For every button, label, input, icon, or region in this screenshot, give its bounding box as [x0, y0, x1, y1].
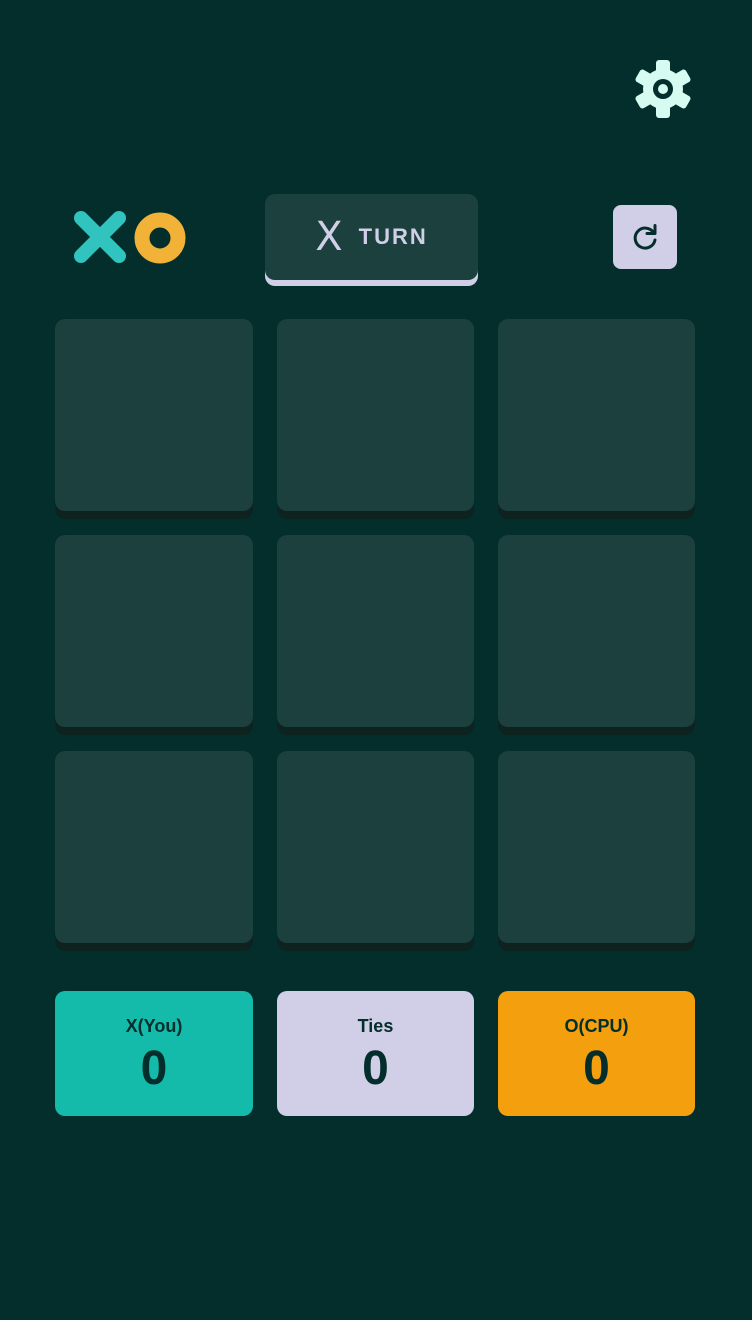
scoreboard: X(You) 0 Ties 0 O(CPU) 0	[55, 991, 695, 1116]
score-card-o: O(CPU) 0	[498, 991, 695, 1116]
score-value-x: 0	[140, 1042, 168, 1095]
score-label-o: O(CPU)	[564, 1016, 629, 1036]
score-value-o: 0	[583, 1042, 610, 1095]
restart-icon	[633, 224, 657, 250]
board-cell-9[interactable]	[498, 751, 695, 943]
x-mark-icon	[74, 211, 126, 263]
o-mark-icon	[134, 212, 186, 264]
board-cell-3[interactable]	[498, 319, 695, 511]
score-label-x: X(You)	[125, 1016, 183, 1036]
turn-label: TURN	[358, 224, 428, 249]
board-cell-5[interactable]	[277, 535, 474, 727]
board-cell-2[interactable]	[277, 319, 474, 511]
board-cell-7[interactable]	[55, 751, 253, 943]
restart-button[interactable]	[613, 205, 677, 269]
board-cell-4[interactable]	[55, 535, 253, 727]
settings-button[interactable]	[632, 58, 694, 120]
logo	[73, 210, 188, 266]
game-board	[55, 319, 695, 943]
score-label-ties: Ties	[357, 1016, 394, 1036]
board-cell-1[interactable]	[55, 319, 253, 511]
board-cell-6[interactable]	[498, 535, 695, 727]
turn-mark: X	[315, 214, 343, 260]
score-value-ties: 0	[362, 1042, 389, 1095]
board-cell-8[interactable]	[277, 751, 474, 943]
gear-icon	[635, 60, 691, 118]
score-card-x: X(You) 0	[55, 991, 253, 1116]
score-card-ties: Ties 0	[277, 991, 474, 1116]
turn-indicator: X TURN	[265, 194, 478, 280]
